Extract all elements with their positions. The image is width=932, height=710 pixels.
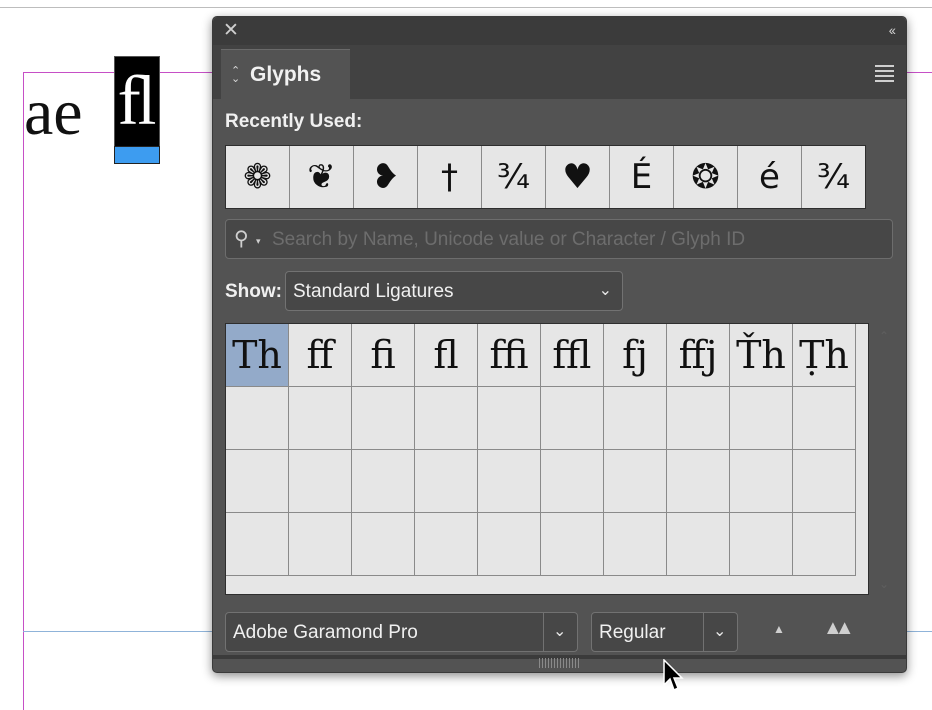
recently-used-label: Recently Used: <box>225 111 363 132</box>
glyph-cell[interactable]: ﬀ <box>289 324 352 387</box>
show-label: Show: <box>225 281 282 302</box>
font-style-value: Regular <box>599 622 666 643</box>
glyph-cell-empty[interactable] <box>415 387 478 450</box>
recent-glyph[interactable]: ❂ <box>674 146 738 208</box>
recent-glyph[interactable]: ¾ <box>802 146 865 208</box>
zoom-in-icon[interactable]: ▲▲ <box>823 617 854 640</box>
panel-tabstrip: ⌃ ⌄ Glyphs <box>213 45 906 100</box>
close-icon[interactable]: ✕ <box>223 20 239 42</box>
glyph-cell-empty[interactable] <box>793 513 856 576</box>
glyph-cell-empty[interactable] <box>289 387 352 450</box>
scroll-down-icon[interactable]: ⌄ <box>879 577 889 591</box>
font-family-value: Adobe Garamond Pro <box>233 622 418 643</box>
menu-icon[interactable] <box>875 65 894 85</box>
glyph-cell-empty[interactable] <box>541 513 604 576</box>
chevron-down-icon[interactable]: ⌄ <box>713 621 726 641</box>
chevron-down-icon[interactable]: ⌄ <box>553 621 566 641</box>
glyph-cell-empty[interactable] <box>667 387 730 450</box>
page-top-edge <box>0 7 932 8</box>
resize-grip-icon[interactable] <box>539 658 579 668</box>
mouse-cursor-icon <box>663 659 684 692</box>
glyph-cell-empty[interactable] <box>793 387 856 450</box>
glyph-cell-empty[interactable] <box>226 450 289 513</box>
recent-glyph[interactable]: é <box>738 146 802 208</box>
glyph-cell-empty[interactable] <box>478 513 541 576</box>
glyph-cell[interactable]: ﬃ <box>478 324 541 387</box>
glyph-grid: Th ﬀ ﬁ ﬂ ﬃ ﬄ fj ffj Ťh Ṭh <box>225 323 869 595</box>
glyph-cell-empty[interactable] <box>478 387 541 450</box>
glyph-cell[interactable]: Th <box>226 324 289 387</box>
glyph-cell[interactable]: ﬂ <box>415 324 478 387</box>
recent-glyph[interactable]: † <box>418 146 482 208</box>
glyph-cell[interactable]: Ťh <box>730 324 793 387</box>
tab-glyphs[interactable]: ⌃ ⌄ Glyphs <box>221 49 350 100</box>
glyph-cell-empty[interactable] <box>667 450 730 513</box>
tab-expand-icon[interactable]: ⌃ ⌄ <box>231 66 240 85</box>
glyph-cell-empty[interactable] <box>667 513 730 576</box>
recent-glyph[interactable]: ♥ <box>546 146 610 208</box>
search-icon[interactable]: ⚲ <box>234 226 249 251</box>
glyph-cell-empty[interactable] <box>415 450 478 513</box>
glyph-search: ⚲ ▾ <box>225 219 893 259</box>
recent-glyph[interactable]: É <box>610 146 674 208</box>
glyph-cell-empty[interactable] <box>226 513 289 576</box>
recent-glyph[interactable]: ❁ <box>226 146 290 208</box>
dropdown-divider <box>703 613 704 651</box>
glyph-cell[interactable]: ﬄ <box>541 324 604 387</box>
text-selection-highlight <box>114 146 160 164</box>
selected-text-glyph[interactable]: ﬂ <box>114 56 160 148</box>
glyph-cell[interactable]: ffj <box>667 324 730 387</box>
glyph-cell[interactable]: ﬁ <box>352 324 415 387</box>
glyph-cell-empty[interactable] <box>352 450 415 513</box>
glyph-cell-empty[interactable] <box>289 450 352 513</box>
glyph-cell[interactable]: fj <box>604 324 667 387</box>
dropdown-divider <box>543 613 544 651</box>
collapse-icon[interactable]: ‹‹ <box>889 22 896 38</box>
glyph-cell-empty[interactable] <box>541 387 604 450</box>
font-style-dropdown[interactable]: Regular ⌄ <box>591 612 738 652</box>
glyph-cell[interactable]: Ṭh <box>793 324 856 387</box>
glyph-cell-empty[interactable] <box>541 450 604 513</box>
show-value: Standard Ligatures <box>293 281 454 302</box>
zoom-out-icon[interactable]: ▲ <box>773 622 785 636</box>
margin-guide-left <box>23 72 24 710</box>
recent-glyph[interactable]: ❥ <box>354 146 418 208</box>
tab-label: Glyphs <box>250 63 322 86</box>
glyph-cell-empty[interactable] <box>730 513 793 576</box>
glyph-cell-empty[interactable] <box>352 387 415 450</box>
recently-used-glyphs: ❁ ❦ ❥ † ¾ ♥ É ❂ é ¾ <box>225 145 866 209</box>
chevron-down-icon: ⌄ <box>598 282 612 299</box>
search-input[interactable] <box>270 225 874 255</box>
show-dropdown[interactable]: Standard Ligatures ⌄ <box>285 271 623 311</box>
glyph-cell-empty[interactable] <box>415 513 478 576</box>
glyph-cell-empty[interactable] <box>604 450 667 513</box>
document-text[interactable]: ae <box>24 78 83 148</box>
glyph-cell-empty[interactable] <box>793 450 856 513</box>
glyph-cell-empty[interactable] <box>604 513 667 576</box>
glyph-cell-empty[interactable] <box>289 513 352 576</box>
glyph-cell-empty[interactable] <box>604 387 667 450</box>
panel-titlebar[interactable]: ✕ ‹‹ <box>213 17 906 45</box>
scroll-up-icon[interactable]: ⌃ <box>879 329 889 343</box>
recent-glyph[interactable]: ❦ <box>290 146 354 208</box>
glyph-cell-empty[interactable] <box>730 387 793 450</box>
glyph-cell-empty[interactable] <box>478 450 541 513</box>
chevron-down-icon[interactable]: ▾ <box>256 236 261 247</box>
glyph-cell-empty[interactable] <box>226 387 289 450</box>
recent-glyph[interactable]: ¾ <box>482 146 546 208</box>
glyph-cell-empty[interactable] <box>730 450 793 513</box>
glyphs-panel: ✕ ‹‹ ⌃ ⌄ Glyphs Recently Used: ❁ ❦ ❥ † ¾ … <box>212 16 907 673</box>
glyph-cell-empty[interactable] <box>352 513 415 576</box>
font-family-dropdown[interactable]: Adobe Garamond Pro ⌄ <box>225 612 578 652</box>
